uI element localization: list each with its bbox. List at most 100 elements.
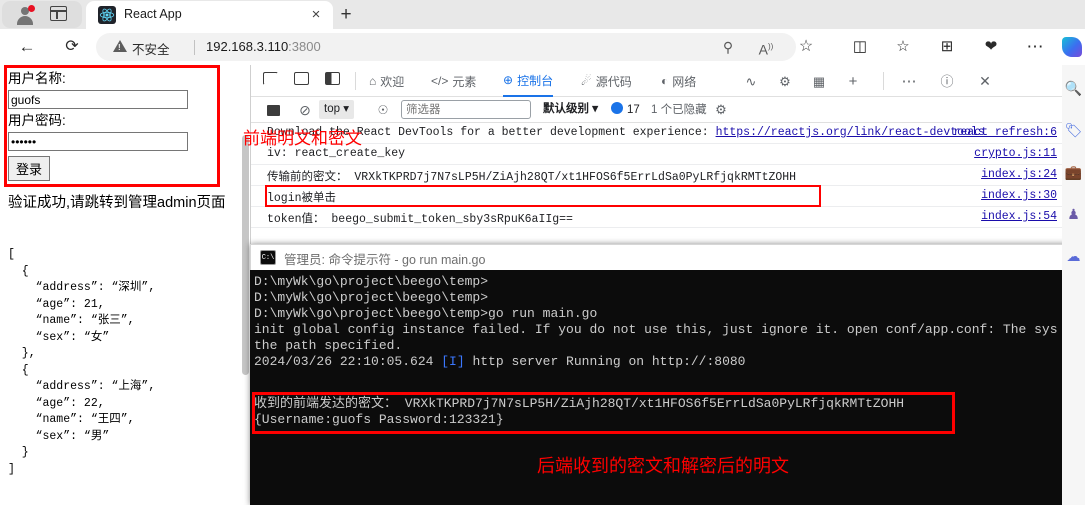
console-row[interactable]: login被单击 index.js:30 [251,186,1063,207]
reload-icon[interactable]: ⟳ [61,36,83,58]
password-label: 用户密码: [8,113,66,128]
tab-welcome[interactable]: ⌂ 欢迎 [369,65,404,97]
application-icon[interactable]: ▦ [809,72,829,91]
console-source-link[interactable]: index.js:54 [981,210,1057,223]
favorite-star-icon[interactable]: ☆ [796,37,816,57]
cmd-line: D:\myWk\go\project\beego\temp> [254,274,489,289]
avatar-notification-dot [28,5,35,12]
cmd-console-body[interactable]: D:\myWk\go\project\beego\temp> D:\myWk\g… [250,270,1085,505]
drop-icon[interactable]: ☁ [1064,247,1083,266]
new-tab-button[interactable]: + [336,5,356,25]
tab-console[interactable]: ⊕ 控制台 [503,65,554,97]
no-entry-icon[interactable]: ⊘ [295,101,315,119]
omnibox-divider [194,40,195,55]
device-toolbar-icon[interactable] [294,72,316,91]
address-bar[interactable]: 不安全 192.168.3.110:3800 [96,33,796,61]
copilot-icon[interactable] [1062,37,1082,57]
cmd-line: the path specified. [254,338,403,353]
avatar[interactable] [16,5,35,25]
username-input[interactable] [8,90,188,109]
live-expression-icon[interactable]: ☉ [373,101,393,119]
warning-triangle-icon [113,40,127,52]
games-icon[interactable]: ♟ [1064,205,1083,224]
console-message: 传输前的密文： VRXkTKPRD7j7N7sLP5H/ZiAjh28QT/xt… [267,171,797,184]
cmd-icon: C:\ [260,250,276,265]
tools-icon[interactable]: 💼 [1064,163,1083,182]
dock-side-icon[interactable] [325,72,347,91]
console-settings-icon[interactable]: ⚙ [711,101,731,119]
console-source-link[interactable]: crypto.js:11 [974,147,1057,160]
console-message: token值： beego_submit_token_sby3sRpuK6aII… [267,213,573,226]
console-row[interactable]: 传输前的密文： VRXkTKPRD7j7N7sLP5H/ZiAjh28QT/xt… [251,165,1063,186]
tab-network[interactable]: ◐ 网络 [661,65,696,97]
browser-tab-strip: React App × + [0,0,1085,29]
command-prompt-window: C:\ 管理员: 命令提示符 - go run main.go D:\myWk\… [250,244,1085,505]
add-panel-icon[interactable]: + [843,72,863,91]
more-tools-icon[interactable]: ⋯ [899,72,919,91]
profile-pill[interactable] [2,1,82,28]
console-filter-input[interactable] [401,100,531,119]
tab-sources-label: 源代码 [595,74,632,89]
tab-network-label: 网络 [672,74,697,89]
success-message: 验证成功,请跳转到管理admin页面 [8,195,226,211]
tab-actions-icon[interactable] [50,6,67,21]
console-source-link[interactable]: index.js:24 [981,168,1057,181]
tab-sources[interactable]: ☄ 源代码 [581,65,632,97]
console-source-link[interactable]: index.js:30 [981,189,1057,202]
console-row[interactable]: token值： beego_submit_token_sby3sRpuK6aII… [251,207,1063,228]
inspect-element-icon[interactable] [263,72,285,91]
login-button[interactable]: 登录 [8,156,51,181]
hidden-messages-label: 1 个已隐藏 [651,104,707,116]
url-host: 192.168.3.110 [206,39,289,54]
performance-icon[interactable]: ∿ [741,72,761,91]
react-logo-icon [98,6,116,24]
split-screen-icon[interactable]: ◫ [849,36,871,58]
url-text: 192.168.3.110:3800 [206,39,321,54]
close-devtools-icon[interactable]: ✕ [975,72,995,91]
read-aloud-icon[interactable]: A)) [756,37,776,58]
back-icon[interactable]: ← [16,36,38,58]
close-icon[interactable]: × [309,7,323,22]
tab-elements[interactable]: </> 元素 [431,65,476,97]
cmd-title-bar[interactable]: C:\ 管理员: 命令提示符 - go run main.go [250,244,1085,270]
console-context-selector[interactable]: top ▾ [319,100,354,119]
search-icon[interactable]: 🔍 [1064,79,1083,98]
cmd-line: D:\myWk\go\project\beego\temp>go run mai… [254,306,598,321]
issue-badge-icon [611,102,623,114]
security-status-label: 不安全 [132,43,170,57]
issue-count: 17 [627,104,640,116]
password-input[interactable] [8,132,188,151]
key-icon[interactable]: ⚲ [718,37,738,57]
cmd-line: {Username:guofs Password:123321} [254,412,504,427]
devtools-divider [355,72,356,90]
memory-icon[interactable]: ⚙ [775,72,795,91]
login-form: 用户名称: 用户密码: 登录 [8,69,220,181]
console-source-link[interactable]: react refresh:6 [953,126,1057,139]
devtools-divider-2 [883,72,884,90]
cmd-info-tag: [I] [441,354,465,369]
screenshot-root: React App × + ← ⟳ 不安全 192.168.3.110:3800… [0,0,1085,505]
tab-welcome-label: 欢迎 [380,74,405,89]
code-icon: </> [431,74,449,88]
home-icon: ⌂ [369,74,377,88]
url-port: :3800 [288,39,321,54]
browser-tab-react-app[interactable]: React App × [86,1,333,29]
browser-essentials-icon[interactable]: ❤ [980,36,1002,58]
username-label: 用户名称: [8,71,66,86]
tab-title: React App [124,7,182,21]
cmd-line: 2024/03/26 22:10:05.624 [I] http server … [254,354,746,369]
console-filter-bar: ⊘ top ▾ ☉ 默认级别 ▾ 17 1 个已隐藏 ⚙ [251,97,1063,123]
console-row[interactable]: Download the React DevTools for a better… [251,123,1063,144]
console-message-link[interactable]: https://reactjs.org/link/react-devtools [716,126,985,139]
shopping-tag-icon[interactable]: 🏷 [1064,121,1083,140]
console-row[interactable]: iv: react_create_key crypto.js:11 [251,144,1063,165]
settings-more-icon[interactable]: ⋯ [1024,36,1046,58]
clear-console-icon[interactable] [263,101,283,119]
page-scrollbar[interactable] [242,135,249,375]
favorites-icon[interactable]: ☆ [892,36,914,58]
console-level-label: 默认级别 [543,103,589,115]
help-icon[interactable]: ⓘ [937,72,957,91]
collections-icon[interactable]: ⊞ [936,36,958,58]
console-level-selector[interactable]: 默认级别 ▾ [543,100,598,119]
annotation-frontend: 前端明文和密文 [243,129,362,148]
